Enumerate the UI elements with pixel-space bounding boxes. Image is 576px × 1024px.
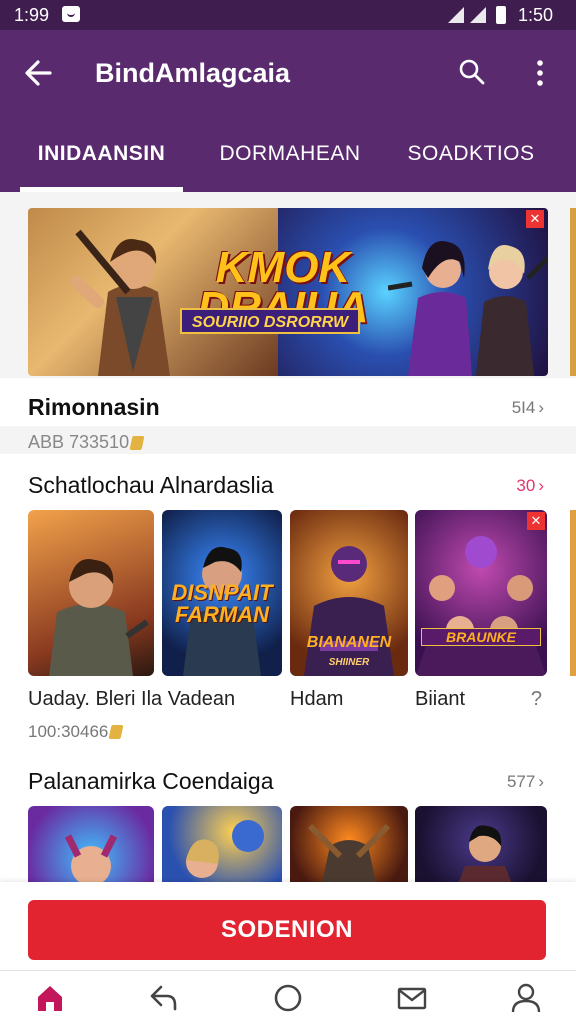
close-icon[interactable]: ✕ [527,512,545,530]
game-thumbnail[interactable] [415,806,547,892]
home-icon[interactable] [33,981,67,1015]
help-icon[interactable]: ? [531,688,542,711]
status-clock: 1:50 [518,5,554,25]
back-arrow-icon[interactable] [22,56,56,90]
status-bar: 1:99 1:50 [0,0,576,30]
game-thumbnail[interactable] [162,806,282,892]
game-name: Biiant [415,688,466,710]
game-thumbnail[interactable] [28,806,154,892]
chevron-right-icon: › [538,398,544,417]
game-card-label: BRAUNKE [421,628,541,646]
app-bar: BindAmlagcaia [0,30,576,116]
section-count[interactable]: 577 › [507,772,544,792]
section-title: Palanamirka Coendaiga [28,768,274,794]
mail-icon[interactable] [395,981,429,1015]
chevron-right-icon: › [538,476,544,495]
section-header[interactable]: Rimonnasin 5I4 › [0,378,576,426]
game-meta: 100:30466 [28,722,124,742]
banner-subtitle: SOURIIO DSRORRW [180,308,360,334]
game-thumbnail-image [186,820,264,878]
promo-banner[interactable]: KMOK DRAIUA SOURIIO DSRORRW ✕ [28,208,548,376]
profile-icon[interactable] [509,981,543,1015]
game-thumbnail[interactable] [290,806,408,892]
game-card-label: BIANANEN [306,634,392,651]
section-count[interactable]: 5I4 › [512,398,544,418]
chevron-right-icon: › [538,772,544,791]
coin-icon [108,725,124,739]
wifi-signal-icon [448,7,464,23]
bottom-nav [0,970,576,1024]
game-card[interactable]: BIANANEN SHIINER [290,510,408,676]
share-icon[interactable] [147,981,181,1015]
content-area[interactable]: KMOK DRAIUA SOURIIO DSRORRW ✕ Rimonnasin… [0,192,576,892]
cell-signal-icon [470,7,486,23]
notification-icon [62,6,80,22]
next-card-peek [570,510,576,676]
tab-1[interactable]: INIDAANSIN [20,116,183,192]
game-thumbnail-image [307,823,391,892]
game-name: Uaday. Bleri Ila Vadean [28,688,236,710]
coin-icon [129,436,145,450]
tab-2[interactable]: DORMAHEAN [205,116,375,192]
search-icon[interactable] [458,58,486,86]
game-thumbnail-image [455,825,515,892]
game-card[interactable]: BRAUNKE ✕ [415,510,547,676]
close-icon[interactable]: ✕ [526,210,544,228]
game-card[interactable] [28,510,154,676]
app-title: BindAmlagcaia [95,58,291,88]
game-card-image [49,558,149,676]
section-meta: ABB 733510 [28,432,145,453]
game-card-image [304,546,394,676]
tab-bar: INIDAANSIN DORMAHEAN SOADKTIOS [0,116,576,192]
game-card-label: DISNPAIT FARMAN [171,580,273,627]
circle-icon[interactable] [271,981,305,1015]
cta-area: SODENION [0,882,576,970]
game-name: Hdam [290,688,344,710]
next-banner-peek [570,208,576,376]
section-title: Schatlochau Alnardaslia [28,472,274,498]
game-thumbnail-image [48,834,134,892]
game-card-sublabel: SHIINER [328,657,370,668]
section-title: Rimonnasin [28,394,160,420]
status-time: 1:99 [14,5,50,25]
tab-3[interactable]: SOADKTIOS [390,116,552,192]
game-card-image [416,536,546,676]
primary-action-button[interactable]: SODENION [28,900,546,960]
game-card[interactable]: DISNPAIT FARMAN [162,510,282,676]
banner-heroines-image [388,241,548,376]
more-vert-icon[interactable] [526,58,554,88]
section-count[interactable]: 30 › [516,476,544,496]
battery-icon [496,6,506,24]
